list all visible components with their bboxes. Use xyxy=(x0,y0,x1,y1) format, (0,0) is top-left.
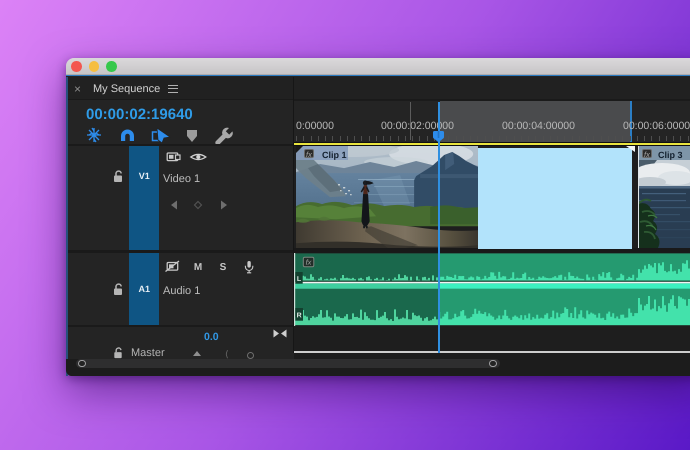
svg-text:L: L xyxy=(297,276,302,283)
svg-text:fx: fx xyxy=(306,258,312,267)
svg-text:S: S xyxy=(220,262,227,273)
svg-text:M: M xyxy=(194,262,202,273)
svg-text:R: R xyxy=(297,312,302,319)
